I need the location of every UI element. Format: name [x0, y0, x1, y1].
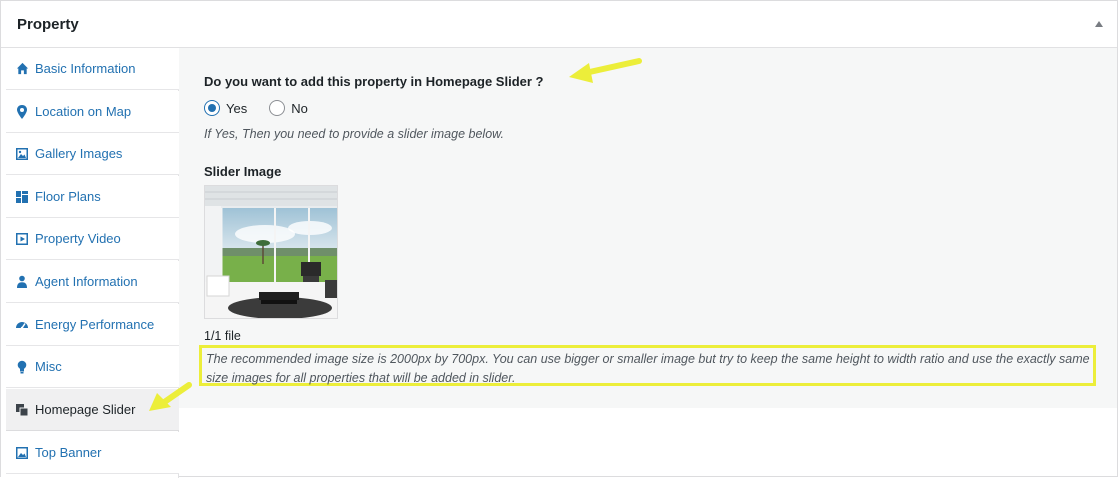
- slider-question-label: Do you want to add this property in Home…: [204, 74, 544, 89]
- radio-yes-label[interactable]: Yes: [226, 101, 247, 116]
- location-pin-icon: [15, 104, 29, 119]
- radio-no[interactable]: [269, 100, 286, 116]
- floor-plans-icon: [15, 190, 29, 204]
- sidebar-item-top-banner[interactable]: Top Banner: [6, 432, 179, 474]
- metabox-header: Property: [1, 1, 1117, 48]
- gauge-icon: [15, 318, 29, 332]
- sidebar-item-energy-performance[interactable]: Energy Performance: [6, 304, 179, 346]
- sidebar-item-label: Location on Map: [35, 104, 132, 119]
- slider-radio-group: Yes No: [204, 100, 330, 116]
- recommendation-highlight-box: The recommended image size is 2000px by …: [199, 345, 1096, 386]
- triangle-up-icon[interactable]: [1093, 17, 1105, 29]
- sidebar-item-label: Energy Performance: [35, 317, 155, 332]
- sidebar-item-label: Top Banner: [35, 445, 102, 460]
- video-icon: [15, 232, 29, 246]
- sidebar-item-label: Floor Plans: [35, 189, 101, 204]
- homepage-slider-panel: Do you want to add this property in Home…: [179, 48, 1117, 408]
- sidebar-item-agent-information[interactable]: Agent Information: [6, 261, 179, 303]
- metabox-title: Property: [17, 16, 79, 33]
- sidebar-item-label: Homepage Slider: [35, 402, 136, 417]
- gallery-icon: [15, 147, 29, 161]
- slides-icon: [15, 403, 29, 417]
- sidebar-item-label: Basic Information: [35, 61, 136, 76]
- banner-image-icon: [15, 446, 29, 460]
- slider-image-label: Slider Image: [204, 164, 282, 179]
- sidebar-item-basic-information[interactable]: Basic Information: [6, 48, 179, 90]
- annotation-arrow-icon: [569, 58, 642, 83]
- sidebar-item-label: Agent Information: [35, 274, 138, 289]
- file-count-text: 1/1 file: [204, 329, 241, 343]
- slider-hint-text: If Yes, Then you need to provide a slide…: [204, 127, 504, 141]
- sidebar-item-property-video[interactable]: Property Video: [6, 218, 179, 260]
- sidebar-item-label: Gallery Images: [35, 146, 123, 161]
- sidebar-item-label: Property Video: [35, 231, 121, 246]
- slider-image-thumbnail[interactable]: [204, 185, 338, 319]
- sidebar-item-floor-plans[interactable]: Floor Plans: [6, 176, 179, 218]
- sidebar-item-gallery-images[interactable]: Gallery Images: [6, 133, 179, 175]
- property-metabox: Property Basic Information Location on M…: [0, 0, 1118, 478]
- agent-icon: [15, 275, 29, 289]
- sidebar-item-label: Misc: [35, 359, 62, 374]
- lightbulb-icon: [15, 360, 29, 374]
- radio-no-label[interactable]: No: [291, 101, 308, 116]
- radio-yes[interactable]: [204, 100, 220, 116]
- sidebar-item-location-on-map[interactable]: Location on Map: [6, 91, 179, 133]
- home-icon: [15, 62, 29, 76]
- image-size-recommendation: The recommended image size is 2000px by …: [206, 352, 1090, 385]
- annotation-arrow-icon: [149, 382, 192, 411]
